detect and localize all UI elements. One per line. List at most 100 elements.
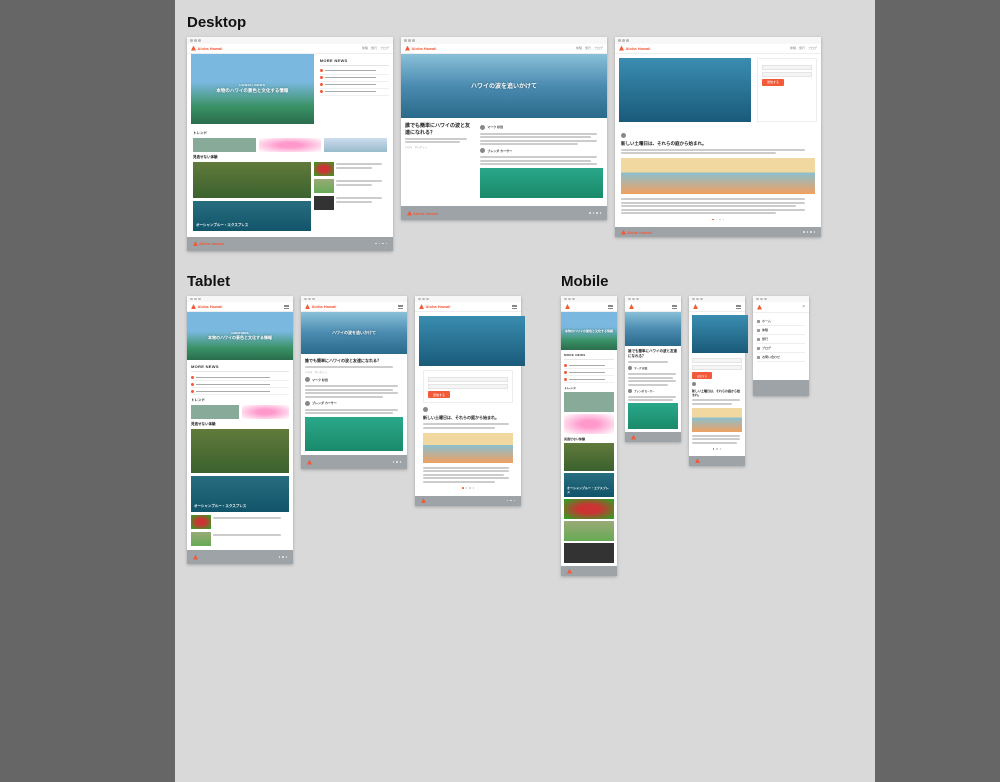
menu-icon[interactable] — [512, 305, 517, 309]
nav-link[interactable]: 旅行 — [585, 46, 591, 50]
news-link[interactable] — [191, 381, 289, 388]
close-icon[interactable]: × — [802, 304, 805, 310]
nav-link[interactable]: 体験 — [576, 46, 582, 50]
news-link[interactable] — [320, 68, 389, 75]
name-field[interactable] — [692, 358, 742, 363]
thumb-card[interactable] — [324, 138, 387, 152]
news-link[interactable] — [320, 75, 389, 82]
thumb-card[interactable] — [193, 138, 256, 152]
menu-icon[interactable] — [608, 305, 613, 309]
thumb-card[interactable] — [191, 405, 239, 419]
footer-brand[interactable]: Aloha Hawaii — [193, 241, 224, 246]
home-icon — [757, 320, 760, 323]
thumb-card[interactable] — [259, 138, 322, 152]
nav-link[interactable]: ホーム — [757, 317, 805, 326]
news-link[interactable] — [320, 82, 389, 89]
pager-dot[interactable] — [716, 219, 718, 221]
brand[interactable]: Aloha Hawaii — [419, 304, 450, 309]
menu-icon[interactable] — [284, 305, 289, 309]
nav-link[interactable]: ブログ — [808, 46, 817, 50]
feature-card[interactable]: オーシャンブルー・エクスプレス — [564, 473, 614, 497]
news-link[interactable] — [564, 376, 614, 383]
nav-link[interactable]: ブログ — [757, 344, 805, 353]
nav-link[interactable]: 旅行 — [799, 46, 805, 50]
feature-card[interactable] — [193, 162, 311, 198]
feature-card[interactable] — [564, 443, 614, 471]
submit-button[interactable]: 送信する — [762, 79, 784, 86]
pager-dot[interactable] — [712, 219, 714, 221]
thumb-image — [314, 179, 334, 193]
article-title: 誰でも簡単にハワイの波と友達になれる？ — [405, 122, 474, 136]
social-icon[interactable] — [382, 243, 384, 245]
feature-card[interactable]: オーシャンブルー・エクスプレス — [191, 476, 289, 512]
nav-link[interactable]: お問い合わせ — [757, 353, 805, 362]
social-icon[interactable] — [379, 243, 381, 245]
hero-image[interactable]: 本物のハワイの景色と文化する情報 — [561, 312, 617, 350]
thumb-card[interactable] — [242, 405, 290, 419]
email-field[interactable] — [762, 72, 812, 77]
nav-link[interactable]: 体験 — [757, 326, 805, 335]
submit-button[interactable]: 送信する — [692, 372, 712, 379]
name-field[interactable] — [762, 65, 812, 70]
news-link[interactable] — [564, 362, 614, 369]
list-item[interactable] — [314, 196, 387, 210]
trend-heading: トレンド — [191, 398, 289, 403]
thumb-card[interactable] — [564, 499, 614, 519]
list-item[interactable] — [191, 515, 289, 529]
nav-link[interactable]: 体験 — [790, 46, 796, 50]
author-byline[interactable]: ブレンダ カーサー — [480, 148, 603, 153]
thumb-card[interactable] — [564, 543, 614, 563]
thumb-image — [314, 196, 334, 210]
gallery-image[interactable] — [692, 315, 748, 353]
email-field[interactable] — [692, 365, 742, 370]
avatar — [480, 148, 485, 153]
mobile-article-mock: 誰でも簡単にハワイの波と友達になれる？ マーク 杉田 ブレンダ カーサー — [625, 296, 681, 443]
nav-link[interactable]: 旅行 — [757, 335, 805, 344]
nav-link[interactable]: 体験 — [362, 46, 368, 50]
thumb-card[interactable] — [564, 392, 614, 412]
thumb-card[interactable] — [564, 414, 614, 434]
nav-link[interactable]: ブログ — [380, 46, 389, 50]
logo-icon — [193, 241, 198, 246]
article-hero — [625, 312, 681, 346]
news-link[interactable] — [320, 89, 389, 96]
feature-card[interactable] — [191, 429, 289, 473]
thumb-card[interactable] — [564, 521, 614, 541]
news-link[interactable] — [564, 369, 614, 376]
footer — [561, 566, 617, 576]
author-byline[interactable]: マーク 杉田 — [305, 377, 403, 382]
pager-dot[interactable] — [719, 219, 721, 221]
brand[interactable]: Aloha Hawaii — [191, 304, 222, 309]
nav-link[interactable]: 旅行 — [371, 46, 377, 50]
gallery-image[interactable] — [419, 316, 525, 366]
tag[interactable]: サーフィン — [415, 145, 427, 149]
menu-icon[interactable] — [398, 305, 403, 309]
submit-button[interactable]: 送信する — [428, 391, 450, 398]
list-item[interactable] — [314, 162, 387, 176]
brand[interactable]: Aloha Hawaii — [191, 46, 222, 51]
name-field[interactable] — [428, 377, 508, 382]
brand[interactable]: Aloha Hawaii — [405, 46, 436, 51]
list-item[interactable] — [191, 532, 289, 546]
nav-link[interactable]: ブログ — [594, 46, 603, 50]
feature-card[interactable]: オーシャンブルー・エクスプレス — [193, 201, 311, 231]
author-byline[interactable]: マーク 杉田 — [480, 125, 603, 130]
tag[interactable]: ハワイ — [405, 145, 413, 149]
hero-image[interactable]: HAWAII NEWS 本物のハワイの景色と文化する情報 — [191, 54, 314, 124]
news-link[interactable] — [191, 374, 289, 381]
brand[interactable]: Aloha Hawaii — [619, 46, 650, 51]
menu-icon[interactable] — [736, 305, 741, 309]
list-item[interactable] — [314, 179, 387, 193]
social-icon[interactable] — [375, 243, 377, 245]
pager-dot[interactable] — [723, 219, 725, 221]
footer — [415, 496, 521, 506]
gallery-image[interactable] — [619, 58, 751, 122]
hero-image[interactable]: HAWAII NEWS 本物のハワイの景色と文化する情報 — [187, 312, 293, 360]
social-icon[interactable] — [386, 243, 388, 245]
menu-icon[interactable] — [672, 305, 677, 309]
footer: Aloha Hawaii — [187, 237, 393, 251]
brand[interactable]: Aloha Hawaii — [305, 304, 336, 309]
author-byline[interactable]: ブレンダ カーサー — [305, 401, 403, 406]
email-field[interactable] — [428, 384, 508, 389]
news-link[interactable] — [191, 388, 289, 395]
